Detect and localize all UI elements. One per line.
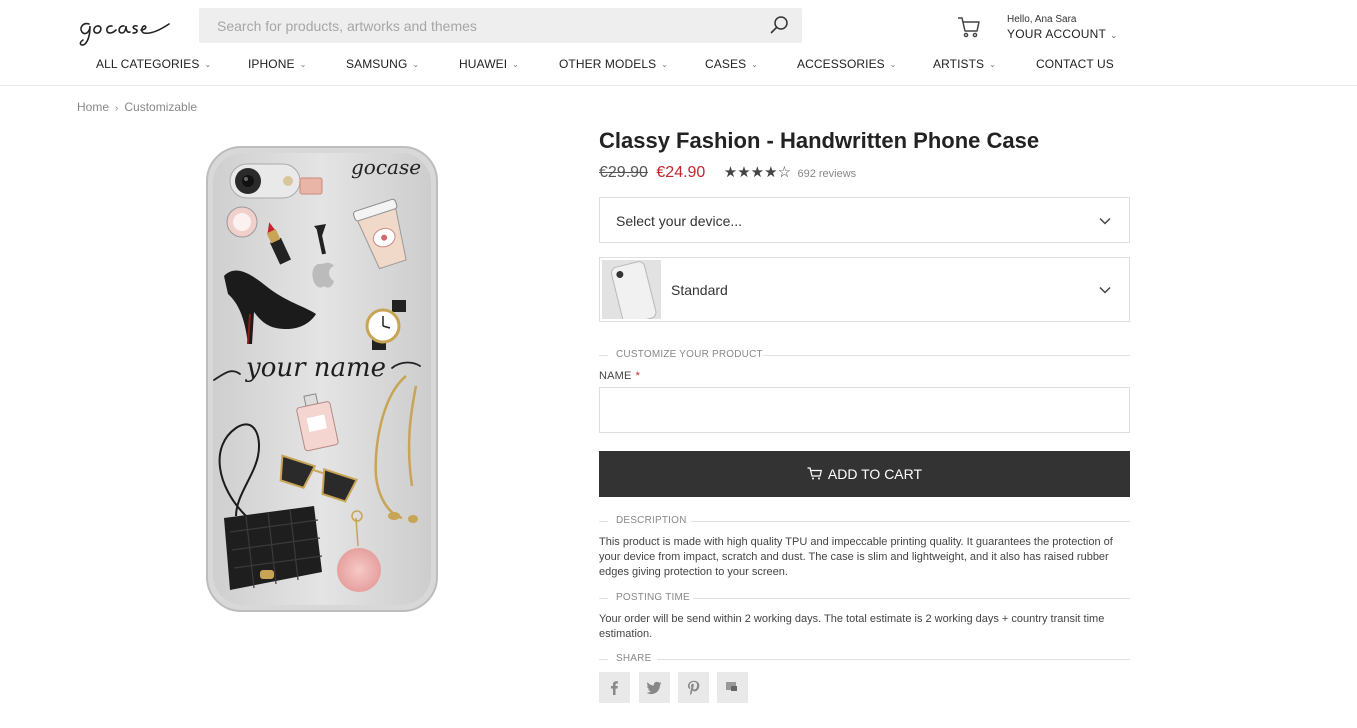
facebook-share-button[interactable]	[599, 672, 630, 703]
tumblr-share-button[interactable]	[717, 672, 748, 703]
gocase-logo[interactable]	[77, 10, 173, 48]
rating-stars: ★★★★☆	[723, 164, 792, 181]
pinterest-icon	[688, 680, 700, 696]
add-to-cart-label: ADD TO CART	[827, 466, 923, 482]
nav-label: ALL CATEGORIES	[96, 57, 200, 71]
share-section-heading: SHARE	[599, 653, 1130, 665]
description-section-heading: DESCRIPTION	[599, 515, 1130, 527]
customize-heading: CUSTOMIZE YOUR PRODUCT	[616, 349, 771, 360]
customize-section-heading: CUSTOMIZE YOUR PRODUCT	[599, 349, 1130, 361]
price-rating-row: €29.90 €24.90 ★★★★☆ 692 reviews	[599, 163, 856, 183]
chevron-down-icon: ⌄	[889, 60, 897, 69]
search-bar	[199, 8, 802, 43]
divider	[599, 598, 608, 599]
description-heading: DESCRIPTION	[616, 515, 695, 526]
divider	[599, 355, 608, 356]
old-price: €29.90	[599, 164, 648, 181]
nav-samsung[interactable]: SAMSUNG ⌄	[346, 57, 419, 71]
divider	[599, 521, 608, 522]
nav-all-categories[interactable]: ALL CATEGORIES ⌄	[96, 57, 211, 71]
breadcrumb-home[interactable]: Home	[77, 100, 109, 114]
chevron-down-icon: ⌄	[751, 60, 758, 69]
add-to-cart-button[interactable]: ADD TO CART	[599, 451, 1130, 497]
site-header: Hello, Ana Sara YOUR ACCOUNT⌄ ALL CATEGO…	[0, 0, 1357, 86]
posting-heading: POSTING TIME	[616, 592, 698, 603]
nav-label: HUAWEI	[459, 57, 508, 71]
search-icon[interactable]	[770, 15, 790, 35]
posting-section-heading: POSTING TIME	[599, 592, 1130, 604]
account-label: YOUR ACCOUNT	[1007, 27, 1107, 41]
description-text: This product is made with high quality T…	[599, 536, 1113, 578]
case-type-select[interactable]: Standard	[599, 257, 1130, 322]
cart-icon	[807, 467, 822, 480]
pinterest-share-button[interactable]	[678, 672, 709, 703]
chevron-down-icon: ⌄	[512, 60, 519, 69]
tumblr-icon	[726, 682, 737, 691]
posting-text: Your order will be send within 2 working…	[599, 613, 1105, 640]
divider	[763, 355, 1130, 356]
divider	[599, 659, 608, 660]
chevron-down-icon: ⌄	[661, 60, 669, 69]
facebook-icon	[611, 681, 618, 695]
chevron-down-icon: ⌄	[412, 60, 420, 69]
name-field[interactable]	[599, 387, 1130, 433]
sale-price: €24.90	[656, 164, 706, 181]
product-image[interactable]: gocase your name	[206, 146, 438, 612]
breadcrumb: Home › Customizable	[77, 100, 197, 114]
nav-artists[interactable]: ARTISTS ⌄	[933, 57, 996, 71]
nav-label: ARTISTS	[933, 57, 985, 71]
breadcrumb-current[interactable]: Customizable	[124, 100, 197, 114]
chevron-down-icon: ⌄	[299, 60, 307, 69]
chevron-down-icon: ⌄	[1110, 30, 1118, 40]
nav-other-models[interactable]: OTHER MODELS ⌄	[559, 57, 668, 71]
your-account-link[interactable]: YOUR ACCOUNT ⌄	[1007, 26, 1118, 43]
name-field-label: NAME *	[599, 370, 640, 382]
account-menu[interactable]: Hello, Ana Sara YOUR ACCOUNT ⌄	[1007, 14, 1118, 43]
nav-iphone[interactable]: IPHONE ⌄	[248, 57, 306, 71]
chevron-down-icon	[1098, 214, 1112, 228]
nav-accessories[interactable]: ACCESSORIES ⌄	[797, 57, 897, 71]
case-type-value: Standard	[671, 282, 728, 298]
nav-contact-us[interactable]: CONTACT US	[1036, 57, 1114, 71]
nav-cases[interactable]: CASES ⌄	[705, 57, 758, 71]
nav-label: CASES	[705, 57, 747, 71]
required-marker: *	[635, 370, 641, 382]
divider	[693, 598, 1130, 599]
nav-label: IPHONE	[248, 57, 295, 71]
search-input[interactable]	[199, 8, 759, 43]
case-name-text: your name	[245, 353, 386, 383]
twitter-icon	[646, 681, 662, 695]
twitter-share-button[interactable]	[639, 672, 670, 703]
phone-case-illustration: gocase your name	[206, 146, 438, 612]
chevron-down-icon	[1098, 283, 1112, 297]
nav-label: CONTACT US	[1036, 57, 1114, 71]
chevron-down-icon: ⌄	[989, 60, 996, 69]
nav-huawei[interactable]: HUAWEI ⌄	[459, 57, 519, 71]
reviews-count[interactable]: 692 reviews	[797, 168, 856, 180]
device-select[interactable]: Select your device...	[599, 197, 1130, 243]
case-type-thumbnail	[602, 260, 661, 319]
account-greeting: Hello, Ana Sara	[1007, 14, 1077, 25]
device-select-value: Select your device...	[616, 213, 743, 229]
name-label-text: NAME	[599, 370, 632, 382]
logo-mark	[79, 22, 170, 46]
breadcrumb-separator: ›	[115, 103, 119, 114]
product-title: Classy Fashion - Handwritten Phone Case	[599, 128, 1040, 153]
nav-label: OTHER MODELS	[559, 57, 657, 71]
nav-label: ACCESSORIES	[797, 57, 885, 71]
divider	[691, 521, 1130, 522]
case-brand-text: gocase	[351, 155, 421, 179]
nav-label: SAMSUNG	[346, 57, 408, 71]
cart-icon[interactable]	[957, 16, 981, 38]
chevron-down-icon: ⌄	[204, 60, 212, 69]
divider	[657, 659, 1130, 660]
share-heading: SHARE	[616, 653, 660, 664]
